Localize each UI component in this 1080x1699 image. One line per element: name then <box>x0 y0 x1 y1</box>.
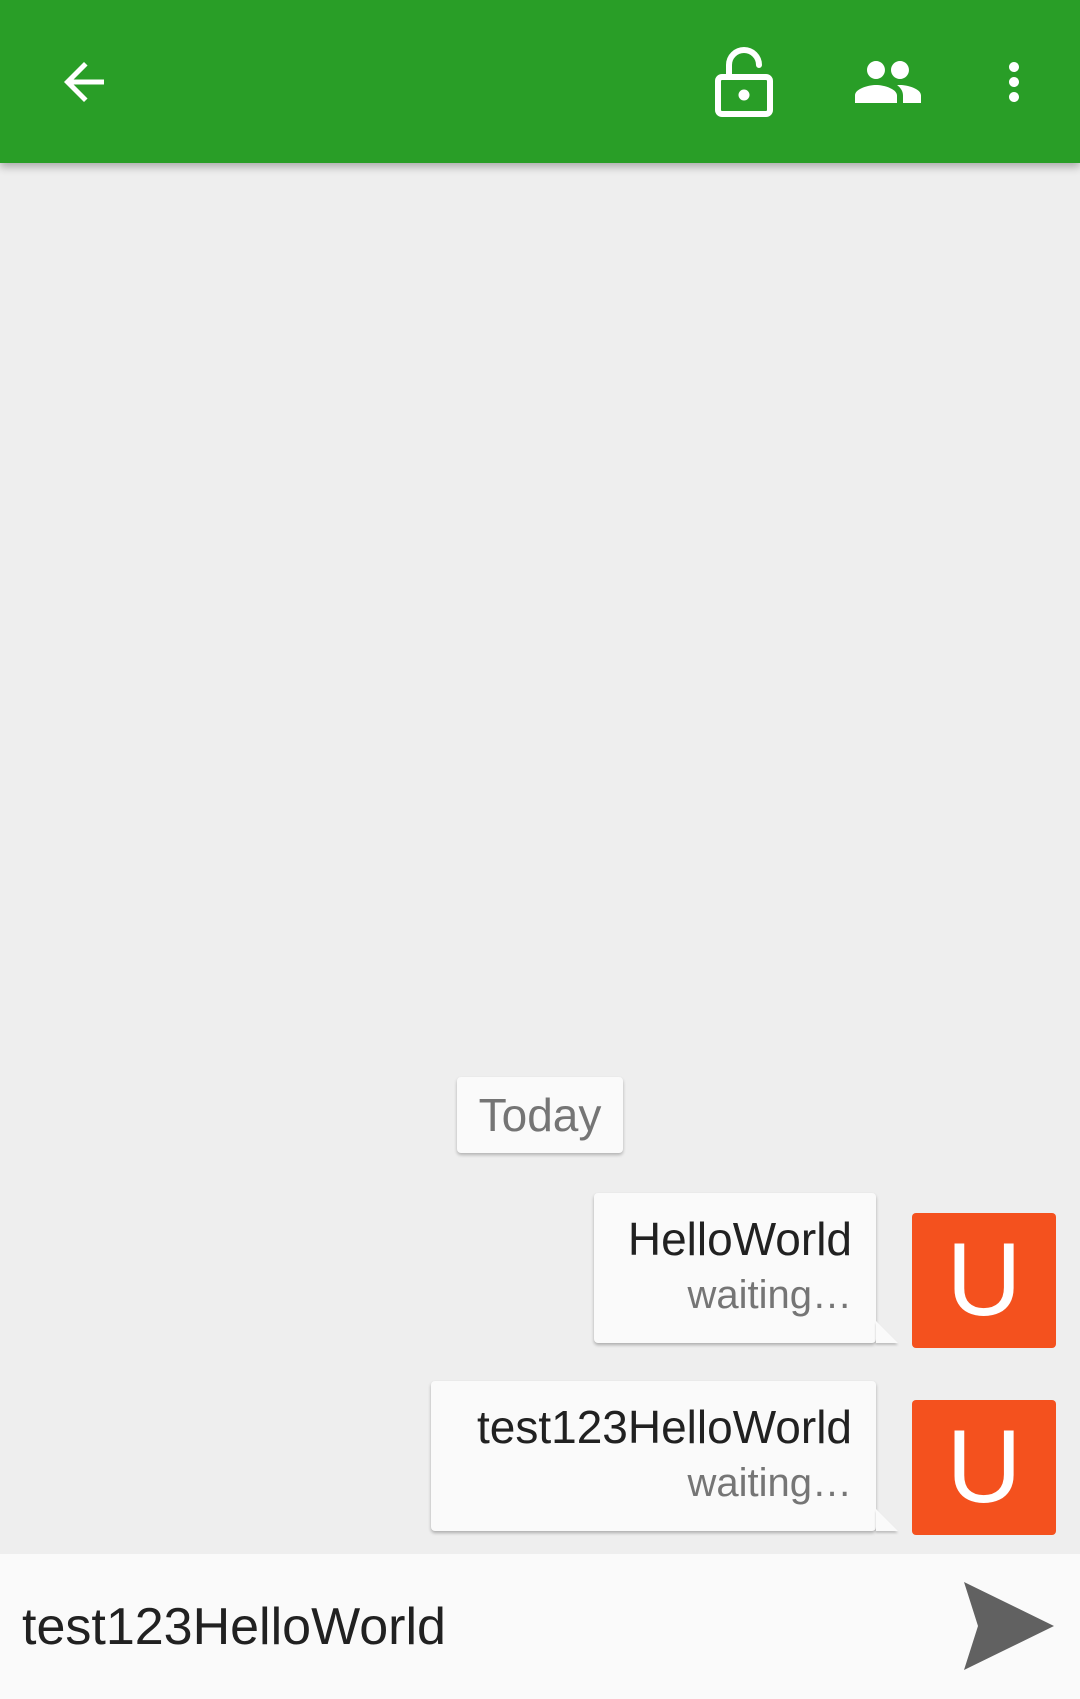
message-text: test123HelloWorld <box>476 1401 852 1453</box>
people-icon <box>855 61 921 103</box>
back-button[interactable] <box>38 36 130 128</box>
compose-bar <box>0 1554 1080 1699</box>
message-list[interactable]: Today HelloWorld waiting… U test123Hello… <box>0 163 1080 1554</box>
avatar[interactable]: U <box>912 1400 1056 1535</box>
message-status: waiting… <box>687 1273 852 1317</box>
message-text: HelloWorld <box>627 1213 852 1265</box>
message-bubble[interactable]: HelloWorld waiting… <box>594 1193 898 1343</box>
bubble-tail <box>876 1321 898 1343</box>
participants-button[interactable] <box>842 36 934 128</box>
send-button[interactable] <box>950 1570 1062 1682</box>
message-bubble[interactable]: test123HelloWorld waiting… <box>431 1381 898 1531</box>
send-icon <box>964 1582 1054 1670</box>
lock-open-icon <box>715 47 773 117</box>
message-status: waiting… <box>687 1461 852 1505</box>
overflow-menu-button[interactable] <box>968 36 1060 128</box>
encryption-button[interactable] <box>698 36 790 128</box>
message-input[interactable] <box>22 1582 922 1672</box>
bubble-tail <box>876 1509 898 1531</box>
avatar[interactable]: U <box>912 1213 1056 1348</box>
arrow-left-icon <box>64 62 104 102</box>
date-separator: Today <box>457 1077 623 1153</box>
app-bar <box>0 0 1080 163</box>
more-vert-icon <box>1009 62 1019 102</box>
